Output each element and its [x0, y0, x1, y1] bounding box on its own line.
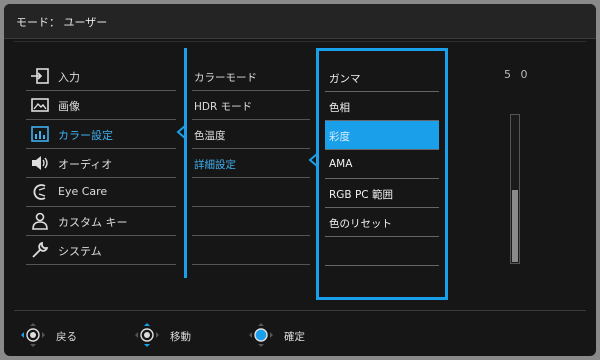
main-menu-label: 入力 — [58, 71, 80, 84]
joystick-left-icon — [21, 323, 45, 347]
main-menu-label: カラー設定 — [58, 129, 113, 142]
detail-item-rgb-pc-range[interactable]: RGB PC 範囲 — [325, 179, 439, 208]
eye-care-icon — [33, 184, 46, 200]
main-menu-item-system[interactable]: システム — [26, 236, 176, 265]
sub-menu-label: 色温度 — [194, 130, 226, 142]
picture-icon — [31, 98, 49, 112]
nav-confirm-label: 確定 — [284, 331, 305, 343]
osd-screen: モード： ユーザー 入力 画像 カラー設定 オーディオ Eye Care カスタ… — [4, 4, 596, 356]
nav-move-label: 移動 — [170, 331, 191, 343]
main-menu-item-audio[interactable]: オーディオ — [26, 149, 176, 178]
detail-label: 色のリセット — [329, 218, 392, 230]
detail-label: 彩度 — [329, 131, 350, 143]
wrench-icon — [32, 241, 49, 258]
main-menu-item-eye-care[interactable]: Eye Care — [26, 178, 176, 207]
speaker-icon — [32, 156, 48, 170]
joystick-press-icon — [249, 323, 273, 347]
detail-item-gamma[interactable]: ガンマ — [325, 63, 439, 92]
monitor-bezel: モード： ユーザー 入力 画像 カラー設定 オーディオ Eye Care カスタ… — [0, 0, 600, 360]
osd-header: モード： ユーザー — [4, 4, 596, 39]
input-icon — [31, 68, 49, 84]
sub-menu: カラーモード HDR モード 色温度 詳細設定 — [192, 62, 310, 265]
joystick-updown-icon — [135, 323, 159, 347]
detail-item-hue[interactable]: 色相 — [325, 92, 439, 121]
detail-menu-panel: ガンマ 色相 彩度 AMA RGB PC 範囲 色のリセット — [316, 48, 448, 300]
value-slider[interactable] — [510, 114, 520, 264]
menu-separator — [184, 48, 187, 278]
detail-label: ガンマ — [329, 73, 361, 85]
main-menu-item-input[interactable]: 入力 — [26, 62, 176, 91]
detail-label: 色相 — [329, 102, 350, 114]
detail-label: RGB PC 範囲 — [329, 189, 393, 201]
main-menu-label: 画像 — [58, 100, 80, 113]
sub-menu-label: 詳細設定 — [194, 159, 236, 171]
sub-menu-empty-row — [192, 207, 310, 236]
detail-item-color-reset[interactable]: 色のリセット — [325, 208, 439, 237]
header-divider — [14, 41, 586, 42]
color-settings-icon — [31, 126, 49, 142]
main-menu: 入力 画像 カラー設定 オーディオ Eye Care カスタム キー システム — [26, 62, 176, 265]
sub-menu-empty-row — [192, 236, 310, 265]
value-readout: 5 0 — [504, 68, 531, 81]
sub-menu-item-color-mode[interactable]: カラーモード — [192, 62, 310, 91]
mode-title: モード： ユーザー — [16, 16, 108, 29]
detail-menu: ガンマ 色相 彩度 AMA RGB PC 範囲 色のリセット — [325, 63, 439, 266]
detail-item-ama[interactable]: AMA — [325, 150, 439, 179]
main-menu-item-color-settings[interactable]: カラー設定 — [26, 120, 176, 149]
sub-menu-item-color-temp[interactable]: 色温度 — [192, 120, 310, 149]
main-menu-item-picture[interactable]: 画像 — [26, 91, 176, 120]
sub-menu-empty-row — [192, 178, 310, 207]
detail-item-saturation[interactable]: 彩度 — [325, 121, 439, 150]
main-menu-label: Eye Care — [58, 185, 108, 198]
main-menu-label: カスタム キー — [58, 216, 128, 229]
detail-label: AMA — [329, 158, 353, 170]
nav-back-label: 戻る — [56, 331, 77, 343]
footer-divider — [14, 310, 586, 311]
person-icon — [32, 212, 48, 230]
detail-empty-row — [325, 237, 439, 266]
active-pointer-icon — [176, 125, 186, 139]
sub-menu-item-hdr-mode[interactable]: HDR モード — [192, 91, 310, 120]
main-menu-label: オーディオ — [58, 158, 113, 171]
slider-fill — [512, 190, 518, 262]
sub-menu-label: HDR モード — [194, 101, 253, 113]
sub-menu-item-advanced[interactable]: 詳細設定 — [192, 149, 310, 178]
main-menu-label: システム — [58, 245, 102, 258]
main-menu-item-custom-key[interactable]: カスタム キー — [26, 207, 176, 236]
sub-menu-label: カラーモード — [194, 72, 257, 84]
